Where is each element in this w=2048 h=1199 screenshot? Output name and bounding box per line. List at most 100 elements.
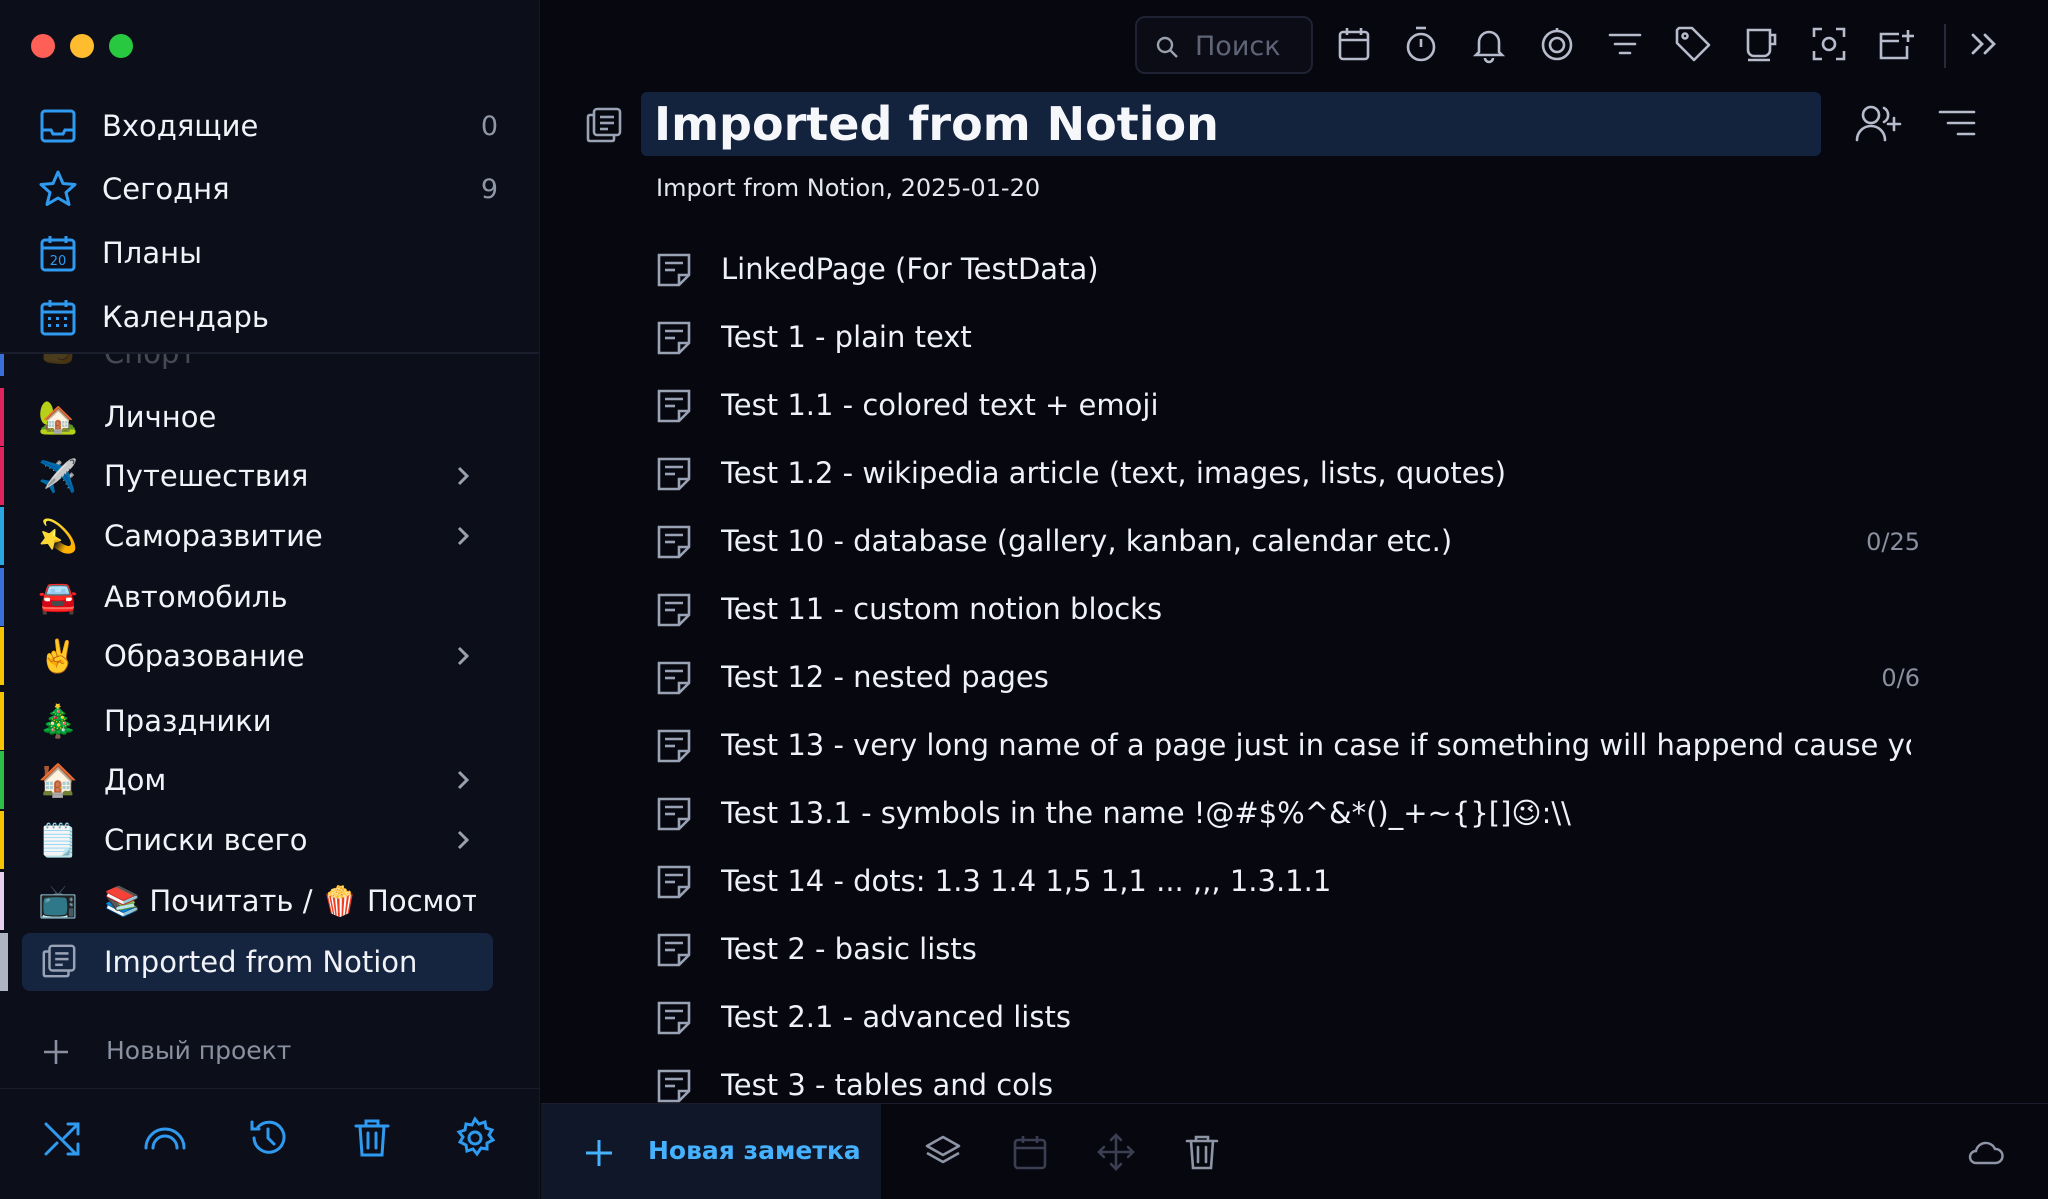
note-title: LinkedPage (For TestData) [721, 252, 1099, 286]
project-item[interactable]: ✌️ Образование [0, 627, 540, 685]
divider [0, 1088, 540, 1089]
project-label: Спорт [104, 354, 196, 370]
project-color-strip [0, 507, 4, 565]
project-item-imported-from-notion[interactable]: Imported from Notion [0, 933, 540, 991]
project-item[interactable]: ✈️ Путешествия [0, 447, 540, 505]
tag-icon[interactable] [1673, 24, 1713, 64]
project-item[interactable]: 🗒️ Списки всего [0, 811, 540, 869]
project-label: Праздники [104, 704, 272, 738]
project-color-strip [0, 933, 8, 991]
note-icon [657, 253, 691, 287]
close-window-button[interactable] [31, 34, 55, 58]
note-icon [657, 1001, 691, 1035]
chevron-right-icon[interactable] [452, 828, 474, 852]
project-item[interactable]: 🚘 Автомобиль [0, 568, 540, 626]
project-emoji: ✌️ [38, 637, 78, 675]
new-project-button[interactable]: Новый проект [0, 1026, 540, 1076]
project-emoji: 🎄 [38, 702, 78, 740]
notes-stack-icon [586, 107, 622, 143]
list-item[interactable]: Test 2.1 - advanced lists [541, 984, 2048, 1052]
minimize-window-button[interactable] [70, 34, 94, 58]
note-icon [657, 457, 691, 491]
focus-icon[interactable] [1809, 24, 1849, 64]
calendar-icon[interactable] [1010, 1132, 1050, 1172]
note-icon [657, 321, 691, 355]
list-item[interactable]: Test 1.2 - wikipedia article (text, imag… [541, 440, 2048, 508]
trash-icon[interactable] [350, 1116, 394, 1160]
new-note-button[interactable]: Новая заметка [541, 1104, 881, 1199]
collapse-panel-icon[interactable] [1965, 24, 2005, 64]
sidebar-item-inbox[interactable]: Входящие 0 [0, 96, 540, 156]
list-item[interactable]: Test 12 - nested pages 0/6 [541, 644, 2048, 712]
chevron-right-icon[interactable] [452, 464, 474, 488]
project-item[interactable]: 📺 📚 Почитать / 🍿 Посмотреть [0, 872, 540, 930]
calendar-icon[interactable] [1334, 24, 1374, 64]
project-color-strip [0, 872, 4, 930]
sidebar-item-today[interactable]: Сегодня 9 [0, 159, 540, 219]
chevron-right-icon[interactable] [452, 644, 474, 668]
sidebar-item-label: Входящие [102, 109, 259, 143]
note-icon [657, 865, 691, 899]
list-item[interactable]: Test 13.1 - symbols in the name !@#$%^&*… [541, 780, 2048, 848]
cloud-sync-icon[interactable] [1965, 1132, 2005, 1172]
rainbow-icon[interactable] [143, 1116, 187, 1160]
note-icon [657, 797, 691, 831]
list-item[interactable]: LinkedPage (For TestData) [541, 236, 2048, 304]
search-box[interactable] [1135, 16, 1313, 74]
coffee-cup-icon[interactable] [1741, 24, 1781, 64]
project-item[interactable]: 💪 Спорт [0, 354, 540, 376]
notes-stack-icon [42, 944, 76, 978]
note-title: Test 1.2 - wikipedia article (text, imag… [721, 456, 1507, 490]
project-emoji: 🏠 [38, 761, 78, 799]
project-emoji: 💪 [38, 354, 78, 363]
note-count: 0/25 [1866, 528, 1920, 556]
settings-icon[interactable] [453, 1116, 497, 1160]
filter-icon[interactable] [1605, 24, 1645, 64]
project-item[interactable]: 🎄 Праздники [0, 692, 540, 750]
history-icon[interactable] [246, 1116, 290, 1160]
toolbar-separator [1944, 24, 1946, 68]
project-subtitle: Import from Notion, 2025-01-20 [656, 174, 1041, 202]
window-controls [31, 34, 133, 58]
search-input[interactable] [1195, 29, 1305, 63]
project-title-field[interactable]: Imported from Notion [641, 92, 1821, 156]
sidebar-item-plans[interactable]: 20 Планы [0, 223, 540, 283]
bell-icon[interactable] [1469, 24, 1509, 64]
sidebar-item-calendar[interactable]: Календарь [0, 287, 540, 347]
project-item[interactable]: 🏡 Личное [0, 388, 540, 446]
shuffle-icon[interactable] [40, 1116, 84, 1160]
list-item[interactable]: Test 11 - custom notion blocks [541, 576, 2048, 644]
layers-icon[interactable] [923, 1132, 963, 1172]
move-icon[interactable] [1096, 1132, 1136, 1172]
list-item[interactable]: Test 2 - basic lists [541, 916, 2048, 984]
chevron-right-icon[interactable] [452, 524, 474, 548]
project-label: Образование [104, 639, 305, 673]
timer-icon[interactable] [1401, 24, 1441, 64]
project-label: Саморазвитие [104, 519, 323, 553]
list-item[interactable]: Test 10 - database (gallery, kanban, cal… [541, 508, 2048, 576]
note-icon [657, 389, 691, 423]
sort-icon[interactable] [1937, 106, 1977, 142]
list-item[interactable]: Test 1 - plain text [541, 304, 2048, 372]
new-board-icon[interactable] [1877, 24, 1917, 64]
project-item[interactable]: 💫 Саморазвитие [0, 507, 540, 565]
new-project-label: Новый проект [106, 1036, 292, 1065]
list-item[interactable]: Test 14 - dots: 1.3 1.4 1,5 1,1 ... ,,, … [541, 848, 2048, 916]
note-icon [657, 525, 691, 559]
list-item[interactable]: Test 13 - very long name of a page just … [541, 712, 2048, 780]
note-title: Test 10 - database (gallery, kanban, cal… [721, 524, 1453, 558]
project-emoji: 🏡 [38, 398, 78, 436]
sidebar-item-label: Сегодня [102, 172, 230, 206]
project-emoji: 🗒️ [38, 821, 78, 859]
zoom-window-button[interactable] [109, 34, 133, 58]
note-title: Test 13 - very long name of a page just … [721, 728, 1911, 762]
share-user-add-icon[interactable] [1854, 102, 1902, 146]
pomodoro-icon[interactable] [1537, 24, 1577, 64]
list-item[interactable]: Test 1.1 - colored text + emoji [541, 372, 2048, 440]
project-color-strip [0, 692, 4, 750]
bottom-toolbar: Новая заметка [541, 1103, 2048, 1199]
project-item[interactable]: 🏠 Дом [0, 751, 540, 809]
note-title: Test 12 - nested pages [721, 660, 1049, 694]
trash-icon[interactable] [1182, 1132, 1222, 1172]
chevron-right-icon[interactable] [452, 768, 474, 792]
